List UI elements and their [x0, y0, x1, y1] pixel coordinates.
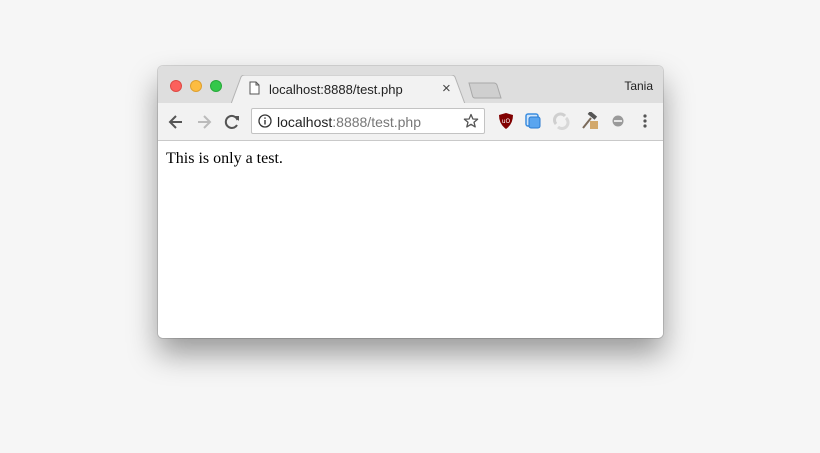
reload-icon[interactable]	[222, 112, 242, 132]
page-content: This is only a test.	[158, 141, 663, 338]
profile-name[interactable]: Tania	[624, 79, 653, 93]
maximize-window-button[interactable]	[210, 80, 222, 92]
ublock-origin-icon[interactable]: uO	[497, 112, 515, 130]
hammer-icon[interactable]	[581, 112, 599, 130]
url-text: localhost:8888/test.php	[277, 114, 421, 130]
extension-icon[interactable]	[609, 112, 627, 130]
tab-close-icon[interactable]: ×	[442, 80, 451, 98]
forward-icon[interactable]	[194, 112, 214, 132]
url-path: :8888/test.php	[332, 114, 422, 130]
toolbar: localhost:8888/test.php uO	[158, 103, 663, 141]
browser-window: localhost:8888/test.php × Tania localhos…	[158, 66, 663, 338]
cast-icon[interactable]	[524, 112, 542, 130]
info-icon[interactable]	[258, 114, 272, 128]
close-window-button[interactable]	[170, 80, 182, 92]
sync-icon[interactable]	[552, 112, 570, 130]
minimize-window-button[interactable]	[190, 80, 202, 92]
address-bar[interactable]: localhost:8888/test.php	[251, 108, 485, 134]
menu-icon[interactable]	[636, 112, 654, 130]
url-host: localhost	[277, 114, 333, 130]
back-icon[interactable]	[166, 112, 186, 132]
tab-title: localhost:8888/test.php	[269, 82, 403, 97]
page-icon	[249, 81, 260, 95]
svg-text:uO: uO	[502, 118, 511, 125]
new-tab-button[interactable]	[468, 82, 502, 100]
page-text: This is only a test.	[166, 150, 283, 167]
bookmark-star-icon[interactable]	[463, 113, 479, 129]
tab-active[interactable]: localhost:8888/test.php ×	[231, 75, 466, 104]
title-bar: localhost:8888/test.php × Tania	[158, 66, 663, 104]
